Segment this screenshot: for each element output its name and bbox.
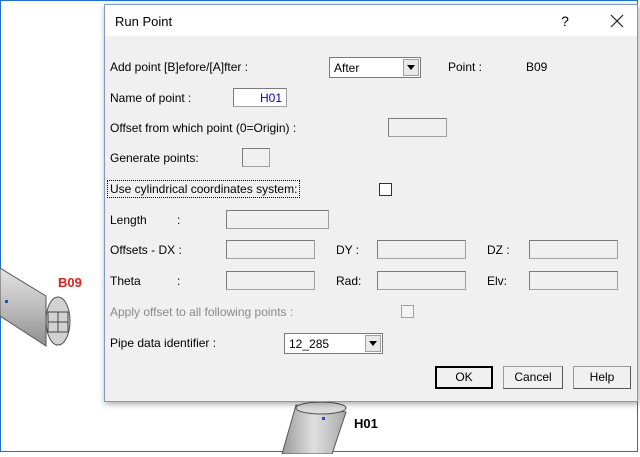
generate-points-label: Generate points: bbox=[110, 151, 199, 165]
name-of-point-label: Name of point : bbox=[110, 91, 192, 105]
pipe-segment-h01[interactable] bbox=[281, 401, 347, 455]
add-point-select-value: After bbox=[334, 61, 360, 75]
rad-label: Rad: bbox=[336, 274, 362, 288]
theta-field[interactable] bbox=[226, 271, 315, 290]
offset-dy-label: DY : bbox=[336, 243, 360, 257]
length-field[interactable] bbox=[226, 210, 329, 229]
offset-dx-field[interactable] bbox=[226, 240, 315, 259]
offset-dy-field[interactable] bbox=[377, 240, 466, 259]
point-value: B09 bbox=[526, 60, 548, 74]
pipe-data-identifier-label: Pipe data identifier : bbox=[110, 336, 217, 350]
dialog-title: Run Point bbox=[115, 14, 173, 29]
run-point-dialog: Run Point ? Add point [B]efore/[A]fter :… bbox=[104, 4, 638, 402]
theta-colon: : bbox=[177, 274, 181, 288]
chevron-down-icon[interactable] bbox=[403, 59, 419, 76]
elv-field[interactable] bbox=[529, 271, 618, 290]
ok-button[interactable]: OK bbox=[435, 366, 493, 389]
cylindrical-coordinates-checkbox[interactable] bbox=[379, 183, 392, 196]
length-label: Length bbox=[110, 213, 147, 227]
rad-field[interactable] bbox=[377, 271, 466, 290]
theta-label: Theta bbox=[110, 274, 141, 288]
point-label: Point : bbox=[448, 60, 483, 74]
name-of-point-field[interactable]: H01 bbox=[233, 88, 287, 107]
offsets-dx-label: Offsets - DX : bbox=[110, 243, 182, 257]
help-icon[interactable]: ? bbox=[555, 11, 575, 31]
name-of-point-value: H01 bbox=[259, 91, 282, 105]
cylindrical-coordinates-label[interactable]: Use cylindrical coordinates system: bbox=[107, 180, 301, 198]
add-point-label: Add point [B]efore/[A]fter : bbox=[110, 60, 249, 74]
pipe-label-h01: H01 bbox=[354, 416, 378, 431]
offset-dz-field[interactable] bbox=[529, 240, 618, 259]
pipe-label-b09: B09 bbox=[58, 275, 82, 290]
offset-dz-label: DZ : bbox=[487, 243, 510, 257]
generate-points-field[interactable] bbox=[242, 148, 270, 167]
length-colon: : bbox=[177, 213, 181, 227]
apply-offset-label: Apply offset to all following points : bbox=[110, 305, 294, 319]
elv-label: Elv: bbox=[487, 274, 508, 288]
chevron-down-icon[interactable] bbox=[365, 335, 381, 352]
close-icon[interactable] bbox=[605, 9, 629, 33]
offset-from-field[interactable] bbox=[388, 118, 447, 137]
pipe-data-identifier-select[interactable]: 12_285 bbox=[284, 333, 383, 354]
dialog-titlebar[interactable]: Run Point ? bbox=[105, 5, 637, 36]
apply-offset-checkbox[interactable] bbox=[401, 305, 414, 318]
offset-from-label: Offset from which point (0=Origin) : bbox=[110, 121, 297, 135]
cancel-button[interactable]: Cancel bbox=[503, 366, 563, 389]
pipe-data-identifier-value: 12_285 bbox=[289, 337, 330, 351]
add-point-select[interactable]: After bbox=[329, 57, 421, 78]
help-button[interactable]: Help bbox=[573, 366, 631, 389]
